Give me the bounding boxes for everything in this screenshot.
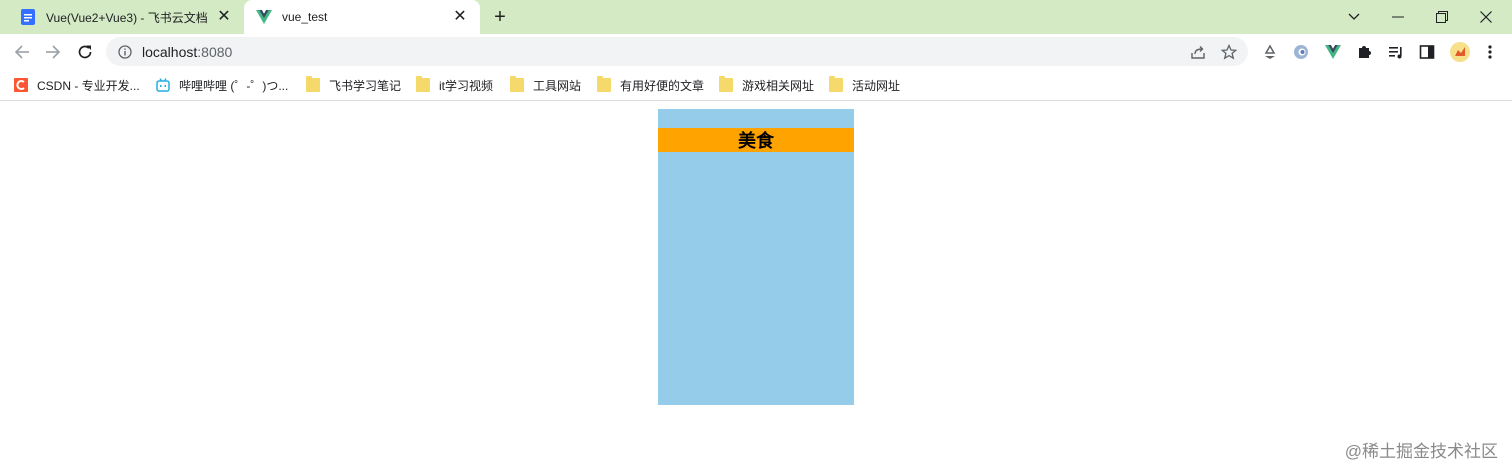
bookmark-label: CSDN - 专业开发... xyxy=(37,78,140,93)
bookmark-label: 活动网址 xyxy=(852,78,901,93)
tab-title: Vue(Vue2+Vue3) - 飞书云文档 xyxy=(46,10,208,25)
bookmark-label: 飞书学习笔记 xyxy=(329,78,402,93)
edge-extension-icon[interactable] xyxy=(1292,43,1310,61)
bookmark-label: 工具网站 xyxy=(533,78,582,93)
bookmark-label: 游戏相关网址 xyxy=(742,78,815,93)
minimize-button[interactable] xyxy=(1376,0,1420,34)
bookmark-folder-articles[interactable]: 有用好便的文章 xyxy=(597,76,705,93)
reading-list-icon[interactable] xyxy=(1387,43,1405,61)
watermark: @稀土掘金技术社区 xyxy=(1344,442,1498,461)
bookmark-bilibili[interactable]: 哔哩哔哩 (゜-゜)つ... xyxy=(156,77,288,93)
vue-devtools-icon[interactable] xyxy=(1324,43,1342,61)
folder-icon xyxy=(510,76,524,92)
doc-icon xyxy=(20,9,36,25)
app-container: 美食 xyxy=(658,109,854,405)
bookmark-folder-feishu[interactable]: 飞书学习笔记 xyxy=(306,76,402,93)
tab-close-icon[interactable]: ✕ xyxy=(216,9,232,25)
url-host: localhost xyxy=(142,43,198,60)
folder-icon xyxy=(597,76,611,92)
bookmark-star-icon[interactable] xyxy=(1221,44,1237,60)
tab-close-icon[interactable]: ✕ xyxy=(452,9,468,25)
bookmark-label: 哔哩哔哩 (゜-゜)つ... xyxy=(179,78,289,93)
tab-vue-test[interactable]: vue_test ✕ xyxy=(244,0,480,34)
bookmark-folder-games[interactable]: 游戏相关网址 xyxy=(719,76,815,93)
back-button[interactable] xyxy=(10,40,34,64)
folder-icon xyxy=(416,76,430,92)
folder-icon xyxy=(306,76,320,92)
address-bar[interactable]: localhost:8080 xyxy=(106,37,1248,66)
bookmark-folder-tools[interactable]: 工具网站 xyxy=(510,76,582,93)
side-panel-icon[interactable] xyxy=(1418,43,1436,61)
page-title: 美食 xyxy=(738,131,774,152)
bookmark-csdn[interactable]: CSDN - 专业开发... xyxy=(14,77,140,93)
tab-search-dropdown-icon[interactable] xyxy=(1332,0,1376,34)
reload-button[interactable] xyxy=(73,40,97,64)
share-icon[interactable] xyxy=(1190,44,1206,60)
forward-button[interactable] xyxy=(41,40,65,64)
profile-avatar[interactable] xyxy=(1450,42,1470,62)
info-icon[interactable] xyxy=(118,44,132,59)
tab-title: vue_test xyxy=(282,10,328,24)
new-tab-button[interactable]: + xyxy=(490,7,510,27)
page-viewport: 美食 @稀土掘金技术社区 xyxy=(0,101,1512,476)
url-port: :8080 xyxy=(197,43,233,60)
menu-kebab-icon[interactable] xyxy=(1481,43,1499,61)
restore-button[interactable] xyxy=(1420,0,1464,34)
folder-icon xyxy=(829,76,843,92)
close-window-button[interactable] xyxy=(1464,0,1508,34)
bookmarks-bar: CSDN - 专业开发... 哔哩哔哩 (゜-゜)つ... 飞书学习笔记 it学… xyxy=(0,70,1512,101)
vue-icon xyxy=(256,9,272,25)
bilibili-icon xyxy=(156,78,170,92)
recycle-extension-icon[interactable] xyxy=(1261,43,1279,61)
bookmark-folder-it[interactable]: it学习视频 xyxy=(416,76,494,93)
folder-icon xyxy=(719,76,733,92)
bookmark-folder-events[interactable]: 活动网址 xyxy=(829,76,901,93)
url-text: localhost:8080 xyxy=(142,44,232,60)
tab-feishu-doc[interactable]: Vue(Vue2+Vue3) - 飞书云文档 ✕ xyxy=(8,0,244,34)
app-header: 美食 xyxy=(658,128,854,152)
tab-strip: Vue(Vue2+Vue3) - 飞书云文档 ✕ vue_test ✕ + xyxy=(0,0,1512,34)
bookmark-label: it学习视频 xyxy=(439,78,494,93)
extensions-puzzle-icon[interactable] xyxy=(1355,43,1373,61)
csdn-icon xyxy=(14,78,28,92)
browser-toolbar: localhost:8080 xyxy=(0,34,1512,70)
bookmark-label: 有用好便的文章 xyxy=(620,78,705,93)
